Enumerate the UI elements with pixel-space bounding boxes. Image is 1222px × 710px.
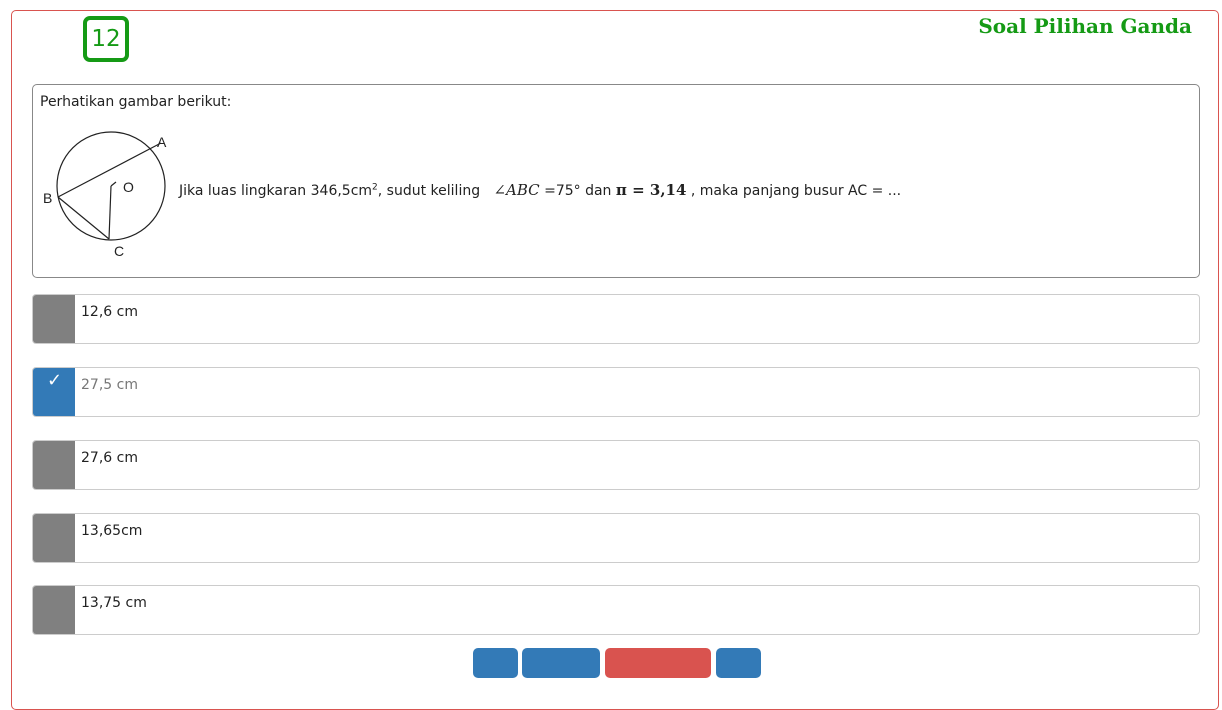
question-type-title: Soal Pilihan Ganda: [978, 14, 1192, 38]
question-intro: Perhatikan gambar berikut:: [40, 94, 232, 110]
nav-button-left[interactable]: [522, 648, 600, 678]
option-b-marker[interactable]: ✓: [33, 368, 75, 416]
previous-button[interactable]: [473, 648, 518, 678]
option-d-marker[interactable]: [33, 514, 75, 562]
question-text: Jika luas lingkaran 346,5cm2, sudut keli…: [179, 181, 901, 199]
figure-label-a: A: [157, 134, 167, 150]
question-text-part3: =75° dan: [544, 183, 612, 199]
option-d[interactable]: 13,65cm: [32, 513, 1200, 563]
figure-label-o: O: [123, 179, 134, 195]
question-box: Perhatikan gambar berikut: A B C O Jika …: [32, 84, 1200, 278]
option-d-label: 13,65cm: [81, 523, 143, 539]
option-e-label: 13,75 cm: [81, 595, 147, 611]
question-text-part4: , maka panjang busur AC = ...: [690, 183, 902, 199]
question-text-part2: , sudut keliling: [377, 183, 481, 199]
nav-button-red[interactable]: [605, 648, 711, 678]
angle-expression: ∠ABC: [493, 181, 540, 199]
next-button[interactable]: [716, 648, 761, 678]
pi-expression: π = 3,14: [615, 181, 687, 199]
question-number-badge: 12: [83, 16, 129, 62]
check-icon: ✓: [47, 370, 63, 391]
circle-figure: A B C O: [43, 131, 167, 259]
figure-radius-tick: [110, 181, 117, 187]
option-b[interactable]: ✓ 27,5 cm: [32, 367, 1200, 417]
option-c-label: 27,6 cm: [81, 450, 138, 466]
question-text-part1: Jika luas lingkaran 346,5cm: [179, 183, 373, 199]
option-c-marker[interactable]: [33, 441, 75, 489]
figure-chord-ba: [57, 142, 162, 198]
option-a-label: 12,6 cm: [81, 304, 138, 320]
option-c[interactable]: 27,6 cm: [32, 440, 1200, 490]
option-b-label: 27,5 cm: [81, 377, 138, 393]
option-e[interactable]: 13,75 cm: [32, 585, 1200, 635]
figure-radius-oc: [108, 185, 112, 240]
option-a[interactable]: 12,6 cm: [32, 294, 1200, 344]
figure-label-b: B: [43, 190, 52, 206]
option-e-marker[interactable]: [33, 586, 75, 634]
figure-label-c: C: [114, 243, 124, 259]
option-a-marker[interactable]: [33, 295, 75, 343]
